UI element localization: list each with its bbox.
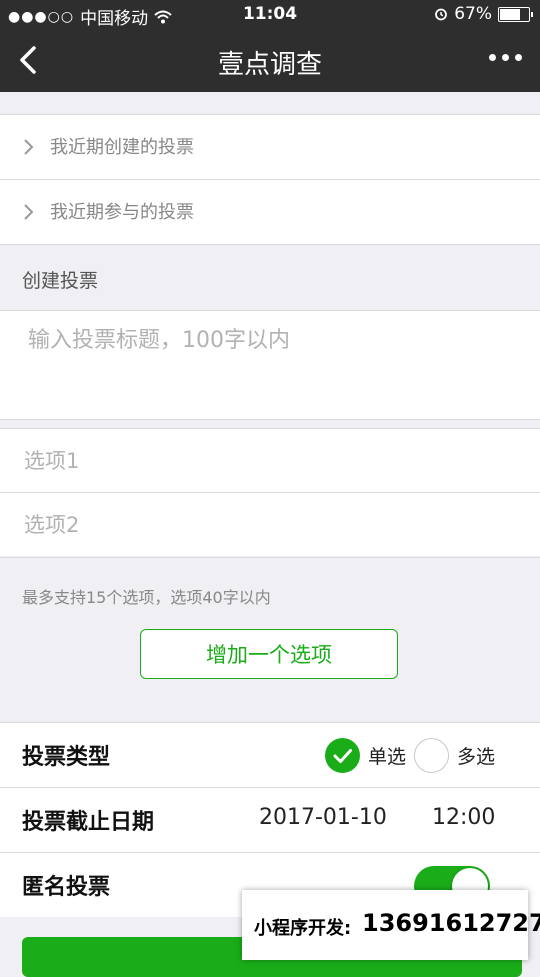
chevron-right-icon — [24, 139, 34, 155]
deadline-label: 投票截止日期 — [22, 810, 155, 835]
radio-multi-label[interactable]: 多选 — [457, 742, 495, 769]
nav-bar: 壹点调查 — [0, 30, 540, 92]
divider — [0, 419, 540, 420]
radio-multi[interactable] — [414, 738, 449, 773]
link-recent-joined[interactable]: 我近期参与的投票 — [0, 180, 540, 244]
more-icon[interactable] — [489, 54, 522, 61]
deadline-row: 投票截止日期 2017-01-10 12:00 — [0, 788, 540, 852]
status-bar: ●●●○○ 中国移动 11:04 67% — [0, 0, 540, 30]
vote-type-label: 投票类型 — [22, 745, 111, 770]
contact-label: 小程序开发: — [254, 918, 352, 939]
radio-single-label[interactable]: 单选 — [368, 742, 406, 769]
alarm-icon — [435, 8, 448, 21]
options-hint: 最多支持15个选项，选项40字以内 — [22, 588, 271, 607]
more-dot — [515, 54, 522, 61]
link-label: 我近期参与的投票 — [50, 202, 194, 223]
add-option-button[interactable]: 增加一个选项 — [140, 629, 398, 679]
contact-phone: 13691612727 — [362, 909, 540, 937]
link-label: 我近期创建的投票 — [50, 137, 194, 158]
create-section-label: 创建投票 — [22, 270, 99, 292]
link-recent-created[interactable]: 我近期创建的投票 — [0, 115, 540, 179]
vote-title-input[interactable] — [0, 311, 540, 419]
vote-type-row: 投票类型 单选 多选 — [0, 723, 540, 787]
divider — [0, 557, 540, 558]
option-2-input[interactable] — [0, 493, 540, 556]
more-dot — [489, 54, 496, 61]
contact-overlay: 小程序开发: 13691612727 — [242, 890, 540, 960]
radio-single[interactable] — [325, 738, 360, 773]
deadline-date-picker[interactable]: 2017-01-10 — [259, 805, 387, 830]
deadline-time-picker[interactable]: 12:00 — [432, 805, 495, 830]
more-dot — [502, 54, 509, 61]
battery-icon — [498, 6, 533, 22]
option-1-input[interactable] — [0, 429, 540, 492]
battery-percent: 67% — [454, 4, 492, 24]
anonymous-label: 匿名投票 — [22, 875, 111, 900]
divider — [0, 244, 540, 245]
checkmark-icon — [333, 749, 352, 763]
chevron-right-icon — [24, 204, 34, 220]
page-title: 壹点调查 — [217, 50, 322, 80]
status-right: 67% — [434, 4, 533, 24]
